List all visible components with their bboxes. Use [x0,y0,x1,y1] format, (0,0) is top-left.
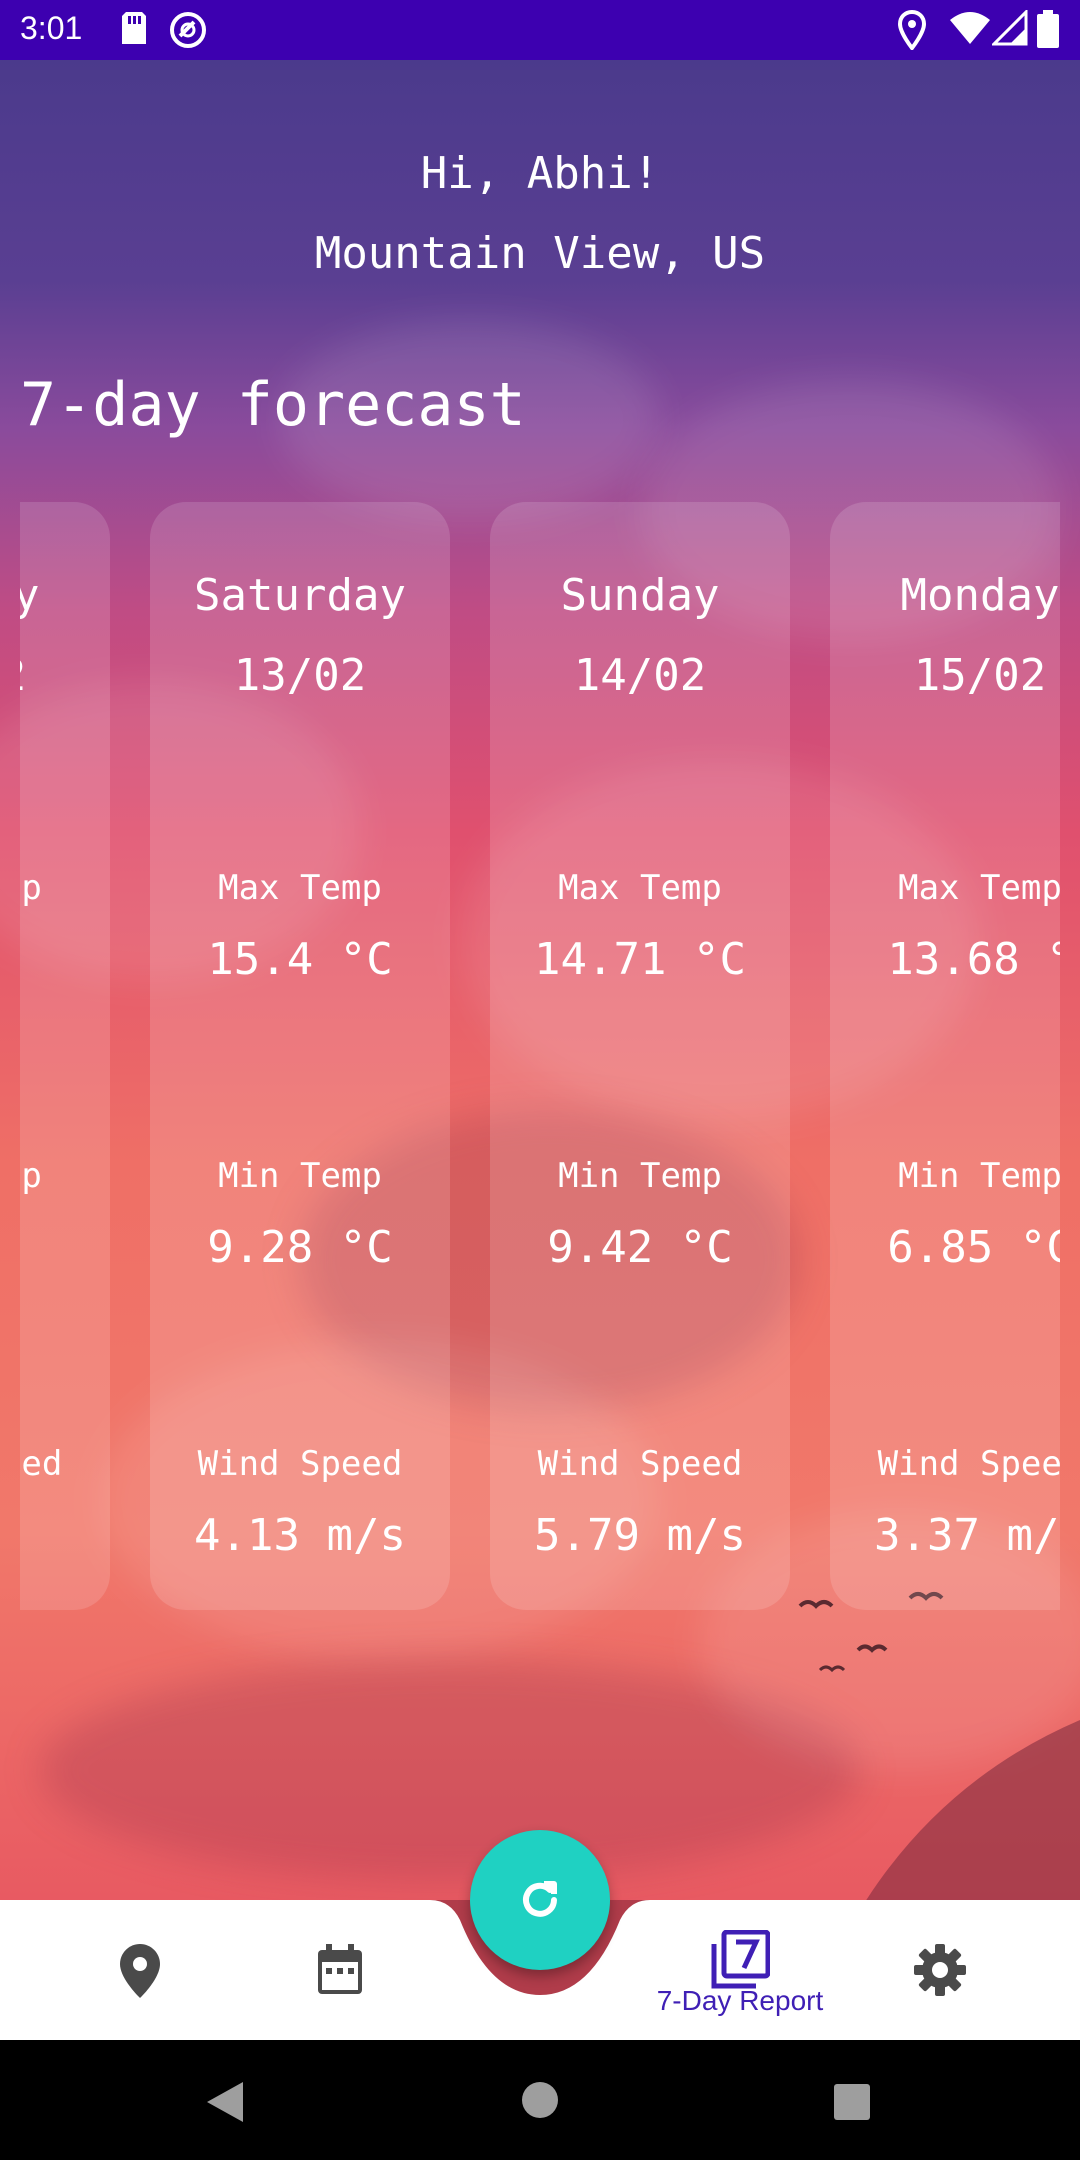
wind-speed-value: /s [20,1510,110,1561]
gear-icon [914,1944,966,1996]
refresh-button[interactable] [470,1830,610,1970]
min-temp-label: Min Temp [20,1156,42,1196]
nav-calendar-button[interactable] [290,1920,390,2020]
max-temp-value: 13.68 ° [887,934,1060,985]
wind-speed-value: 5.79 m/s [534,1510,746,1561]
calendar-icon [318,1944,362,1994]
forecast-card-monday[interactable]: Monday 15/02 Max Temp 13.68 ° Min Temp 6… [830,502,1060,1610]
forecast-card-friday[interactable]: Friday 12/02 Max Temp °C Min Temp C Wind… [20,502,110,1610]
card-day: Sunday [560,570,720,621]
nav-7-day-report-label[interactable]: 7-Day Report [640,1985,840,2017]
card-day: Monday [900,570,1060,621]
max-temp-label: Max Temp [218,868,382,908]
min-temp-label: Min Temp [558,1156,722,1196]
wind-speed-value: 4.13 m/s [194,1510,406,1561]
signal-icon [990,8,1028,54]
home-icon [522,2082,558,2118]
wifi-icon [948,10,992,54]
wind-speed-label: Wind Speed [20,1444,63,1484]
card-date: 12/02 [20,650,110,701]
location-pin-icon [897,9,927,58]
forecast-card-saturday[interactable]: Saturday 13/02 Max Temp 15.4 °C Min Temp… [150,502,450,1610]
nav-location-button[interactable] [90,1920,190,2020]
birds-mountain-illustration [798,1592,1080,1900]
home-button[interactable] [520,2080,560,2124]
recents-icon [834,2084,870,2120]
battery-icon [1036,10,1060,58]
card-date: 15/02 [913,650,1047,701]
location-text: Mountain View, US [314,228,766,279]
card-date: 14/02 [573,650,707,701]
min-temp-value: 9.42 °C [547,1222,733,1273]
card-day: Saturday [194,570,406,621]
seven-day-icon [711,1930,770,1989]
wind-speed-label: Wind Speed [877,1444,1060,1484]
status-time: 3:01 [20,10,83,46]
status-bar: 3:01 [0,0,1080,60]
section-title: 7-day forecast [20,370,526,440]
recents-button[interactable] [832,2082,872,2126]
max-temp-value: 14.71 °C [534,934,746,985]
wind-speed-label: Wind Speed [537,1444,743,1484]
forecast-card-sunday[interactable]: Sunday 14/02 Max Temp 14.71 °C Min Temp … [490,502,790,1610]
refresh-icon [523,1881,557,1917]
wind-speed-value: 3.37 m/s [874,1510,1060,1561]
back-icon [207,2082,243,2122]
back-button[interactable] [205,2080,245,2128]
min-temp-value: 6.85 °C [887,1222,1060,1273]
greeting-text: Hi, Abhi! [420,148,660,199]
max-temp-label: Max Temp [898,868,1060,908]
wind-speed-label: Wind Speed [197,1444,403,1484]
card-date: 13/02 [233,650,367,701]
sd-card-icon [120,10,148,54]
location-pin-icon [120,1944,160,1998]
sync-icon [168,10,208,58]
max-temp-label: Max Temp [558,868,722,908]
min-temp-value: 9.28 °C [207,1222,393,1273]
max-temp-label: Max Temp [20,868,42,908]
max-temp-value: °C [20,934,110,985]
nav-settings-button[interactable] [890,1920,990,2020]
min-temp-label: Min Temp [218,1156,382,1196]
card-day: Friday [20,570,40,621]
min-temp-value: C [20,1222,110,1273]
min-temp-label: Min Temp [898,1156,1060,1196]
forecast-carousel[interactable]: Friday 12/02 Max Temp °C Min Temp C Wind… [20,502,1060,1610]
max-temp-value: 15.4 °C [207,934,393,985]
